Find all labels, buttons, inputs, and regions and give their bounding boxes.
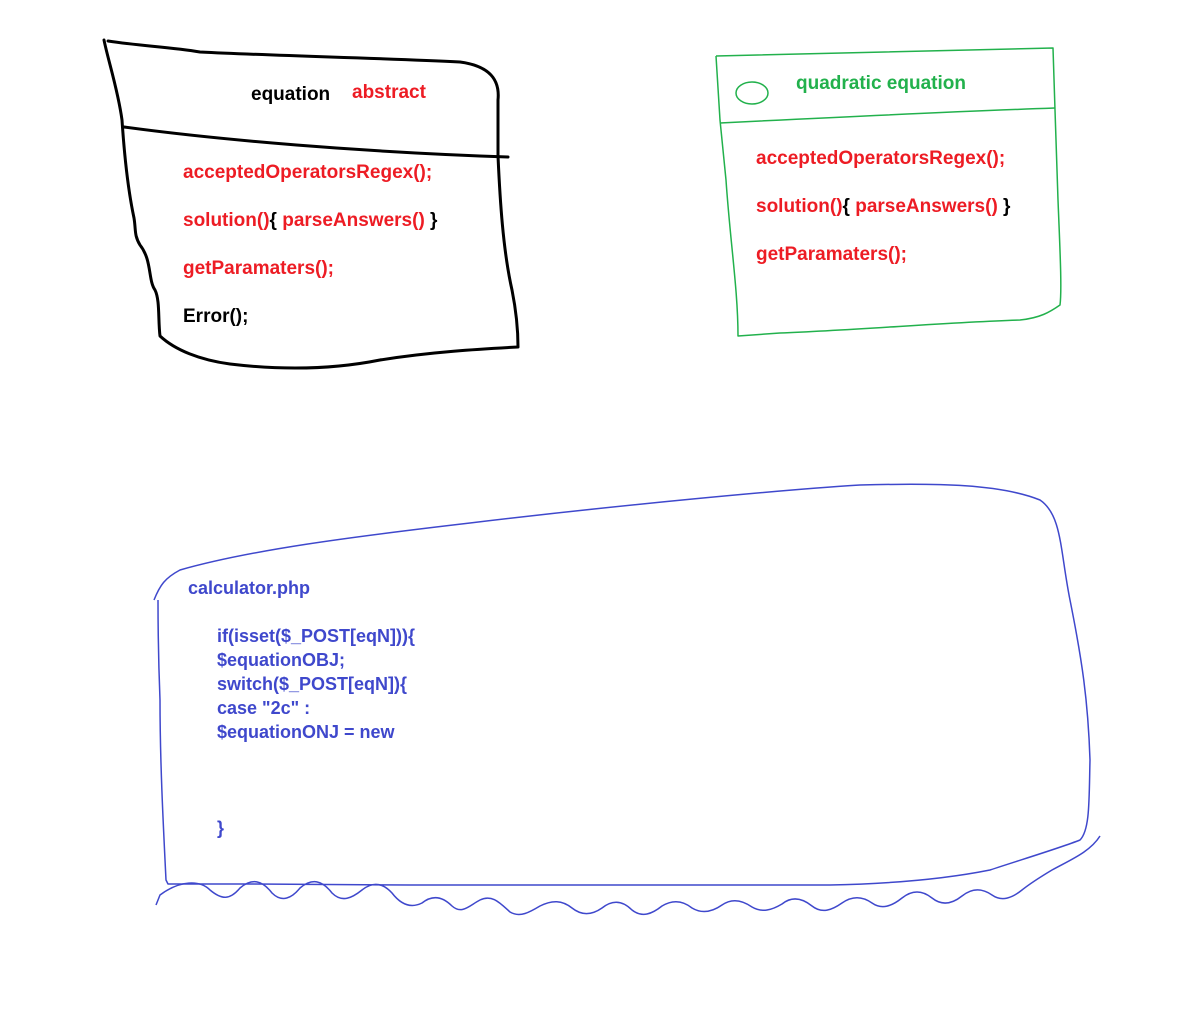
quadratic-box-title: quadratic equation [796,73,966,94]
code-line: } [217,818,225,838]
quadratic-solution-name: solution() [756,196,843,217]
equation-box-header-divider [122,125,510,159]
quadratic-method-accepted-operators: acceptedOperatorsRegex(); [756,148,1006,169]
equation-solution-inner: parseAnswers() [276,210,425,231]
quadratic-box-header-divider [719,107,1056,124]
equation-method-solution: solution(){ parseAnswers() } [183,210,437,232]
code-line: $equationONJ = new [217,722,395,742]
equation-method-get-parameters: getParamaters(); [183,258,334,279]
code-line: case "2c" : [217,698,311,718]
quadratic-method-solution: solution(){ parseAnswers() } [756,196,1010,218]
code-line: $equationOBJ; [217,650,346,670]
equation-solution-open-brace: { [269,210,277,231]
quadratic-method-get-parameters: getParamaters(); [756,244,907,265]
calculator-filename: calculator.php [188,578,311,598]
code-line: if(isset($_POST[eqN])){ [217,626,416,646]
code-line: switch($_POST[eqN]){ [217,674,408,694]
equation-method-error: Error(); [183,306,249,327]
quadratic-box-circle-icon [735,81,769,105]
quadratic-solution-close-brace: } [997,196,1011,217]
equation-solution-close-brace: } [424,210,438,231]
quadratic-solution-inner: parseAnswers() [849,196,998,217]
equation-solution-name: solution() [183,210,270,231]
diagram-canvas [102,38,1101,916]
equation-box-title: equation [251,84,331,105]
equation-box-modifier: abstract [352,82,426,103]
equation-method-accepted-operators: acceptedOperatorsRegex(); [183,162,433,183]
quadratic-solution-open-brace: { [842,196,850,217]
